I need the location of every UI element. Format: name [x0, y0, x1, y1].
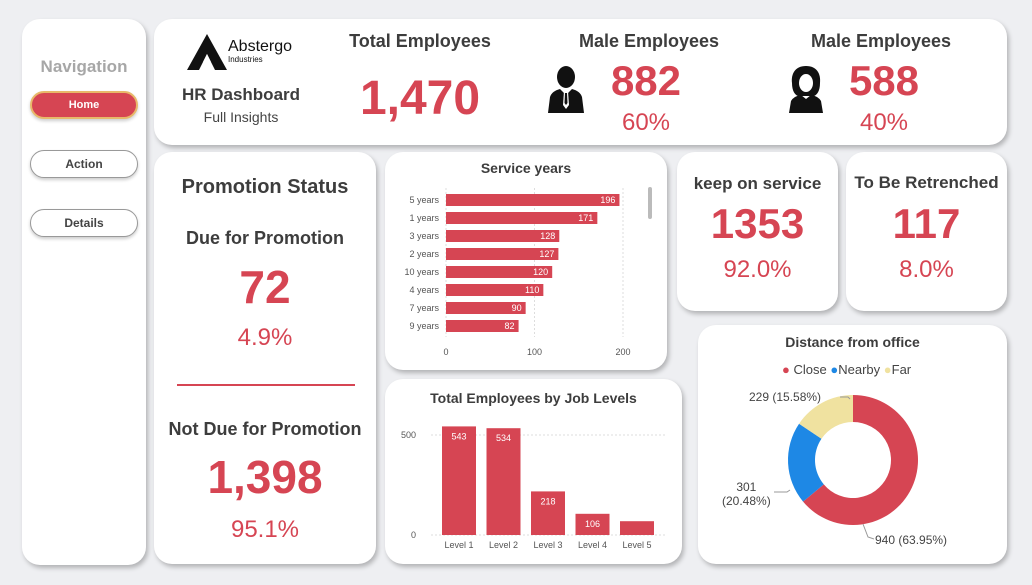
category-label: 10 years — [404, 267, 439, 277]
bar-value-label: 127 — [539, 249, 554, 259]
x-tick-label: 100 — [527, 347, 542, 357]
home-button[interactable]: Home — [30, 91, 138, 119]
distance-donut-chart — [774, 395, 918, 540]
abstergo-logo-icon — [187, 34, 227, 70]
to-be-retrenched-value: 117 — [892, 200, 961, 247]
service-years-chart: 0 100 200 5 years 196 1 years 171 3 years 128 2 y… — [404, 188, 631, 357]
category-label: 4 years — [409, 285, 439, 295]
legend-close-marker: ● — [782, 362, 790, 377]
leader-line — [774, 489, 791, 493]
to-be-retrenched-card: To Be Retrenched 117 8.0% — [846, 152, 1007, 311]
legend-far-marker: ● — [883, 362, 892, 377]
dashboard-subtitle: Full Insights — [203, 109, 279, 125]
female-employees-label: Male Employees — [810, 31, 952, 51]
keep-on-service-value: 1353 — [710, 200, 805, 247]
female-employees-value: 588 — [848, 57, 920, 104]
divider — [177, 384, 355, 386]
job-levels-chart: 500 0 543 Level 1 534 Level 2 218 Level 3 106 Lev… — [401, 426, 667, 550]
keep-on-service-label: keep on service — [693, 174, 822, 193]
male-person-icon — [548, 66, 584, 113]
legend-close-label: Close — [793, 362, 827, 377]
to-be-retrenched-percent: 8.0% — [899, 256, 954, 283]
donut-label-close: 940 (63.95%) — [875, 533, 948, 547]
bar-value-label: 110 — [525, 285, 539, 295]
male-employees-percent: 60% — [621, 109, 671, 136]
details-button[interactable]: Details — [30, 209, 138, 237]
navigation-panel: Navigation Home Action Details — [22, 19, 146, 565]
category-label: 2 years — [409, 249, 439, 259]
donut-label-nearby-value: 301 — [736, 480, 757, 494]
male-employees-label: Male Employees — [578, 31, 720, 51]
legend-far-label: Far — [891, 362, 912, 377]
bar-value-label: 82 — [505, 321, 515, 331]
bar-value-label: 120 — [533, 267, 548, 277]
category-label: Level 1 — [444, 540, 473, 550]
bar-value-label: 90 — [512, 303, 522, 313]
job-levels-title: Total Employees by Job Levels — [430, 390, 637, 406]
category-label: 5 years — [409, 195, 439, 205]
promotion-status-title: Promotion Status — [181, 176, 349, 198]
category-label: Level 5 — [622, 540, 651, 550]
category-label: 7 years — [409, 303, 439, 313]
bar-value-label: 128 — [540, 231, 555, 241]
male-employees-value: 882 — [610, 57, 682, 104]
leader-line — [862, 523, 875, 540]
category-label: 1 years — [409, 213, 439, 223]
category-label: 9 years — [409, 321, 439, 331]
distance-legend: ● Close ●Nearby ●Far — [782, 362, 911, 377]
service-years-title: Service years — [480, 160, 572, 176]
bar — [446, 212, 598, 224]
category-label: Level 3 — [533, 540, 562, 550]
donut-label-nearby-pct: (20.48%) — [722, 494, 771, 508]
bar — [620, 521, 654, 535]
navigation-title: Navigation — [40, 57, 128, 76]
to-be-retrenched-label: To Be Retrenched — [854, 173, 999, 192]
legend-nearby-label: Nearby — [838, 362, 881, 377]
donut-label-far: 229 (15.58%) — [749, 390, 822, 404]
keep-on-service-card: keep on service 1353 92.0% — [677, 152, 838, 311]
distance-title: Distance from office — [785, 334, 920, 350]
y-tick-label: 0 — [411, 530, 416, 540]
bar-value-label: 196 — [600, 195, 615, 205]
bar-value-label: 534 — [496, 433, 511, 443]
not-due-for-promotion-label: Not Due for Promotion — [168, 419, 362, 439]
due-for-promotion-label: Due for Promotion — [186, 228, 344, 248]
action-button[interactable]: Action — [30, 150, 138, 178]
total-employees-value: 1,470 — [359, 72, 481, 125]
donut-label-nearby: 301 (20.48%) — [722, 480, 771, 508]
header-kpi-card: Abstergo Industries HR Dashboard Full In… — [154, 19, 1007, 145]
x-tick-label: 0 — [443, 347, 448, 357]
female-employees-percent: 40% — [859, 109, 909, 136]
service-years-chart-card: Service years 0 100 200 5 years 196 1 years 17… — [385, 152, 667, 370]
keep-on-service-percent: 92.0% — [723, 256, 792, 283]
bar — [486, 428, 521, 535]
category-label: Level 2 — [489, 540, 518, 550]
due-for-promotion-percent: 4.9% — [237, 324, 293, 351]
x-tick-label: 200 — [615, 347, 630, 357]
bar — [446, 194, 620, 206]
promotion-status-card: Promotion Status Due for Promotion 72 4.… — [154, 152, 376, 564]
bar-value-label: 106 — [585, 519, 600, 529]
total-employees-label: Total Employees — [349, 31, 491, 51]
bar — [442, 426, 476, 535]
job-levels-chart-card: Total Employees by Job Levels 500 0 543 Lev… — [385, 379, 682, 564]
distance-from-office-card: Distance from office ● Close ●Nearby ●Fa… — [698, 325, 1007, 564]
y-tick-label: 500 — [401, 430, 416, 440]
category-label: 3 years — [409, 231, 439, 241]
dashboard-title: HR Dashboard — [181, 85, 301, 104]
chart-scrollbar[interactable] — [648, 187, 652, 219]
not-due-for-promotion-value: 1,398 — [207, 451, 323, 503]
female-person-icon — [789, 66, 823, 113]
logo-subtitle: Industries — [228, 55, 263, 64]
not-due-for-promotion-percent: 95.1% — [230, 516, 300, 543]
bar-value-label: 171 — [578, 213, 593, 223]
bar-value-label: 543 — [451, 431, 466, 441]
category-label: Level 4 — [578, 540, 607, 550]
bar-value-label: 218 — [540, 496, 555, 506]
due-for-promotion-value: 72 — [239, 261, 291, 313]
logo-name: Abstergo — [228, 38, 293, 55]
